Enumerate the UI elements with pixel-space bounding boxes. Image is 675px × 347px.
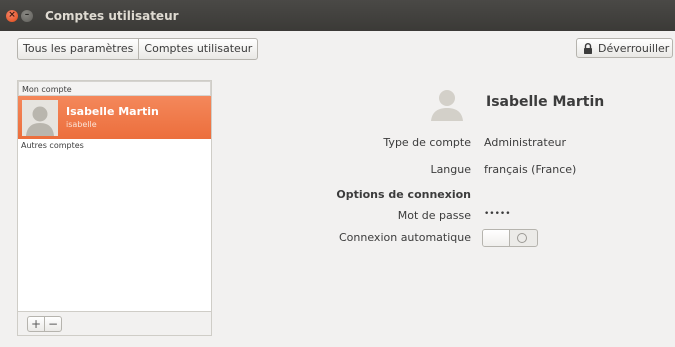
title-bar: × – Comptes utilisateur <box>0 0 675 31</box>
lock-icon <box>583 42 593 54</box>
window-title: Comptes utilisateur <box>45 9 179 23</box>
accounts-list: Mon compte Isabelle Martin isabelle Autr… <box>17 80 212 312</box>
list-toolbar: + − <box>17 312 212 336</box>
autologin-toggle[interactable] <box>482 229 538 247</box>
minimize-icon[interactable]: – <box>21 10 33 22</box>
user-avatar-icon <box>22 100 58 136</box>
account-name[interactable]: Isabelle Martin <box>486 94 604 110</box>
account-type-label: Type de compte <box>383 136 471 149</box>
account-type-value[interactable]: Administrateur <box>484 136 566 149</box>
remove-user-button[interactable]: − <box>44 317 61 331</box>
breadcrumb: Tous les paramètres Comptes utilisateur <box>17 38 259 60</box>
other-accounts-header: Autres comptes <box>21 141 84 150</box>
my-account-header: Mon compte <box>18 81 211 96</box>
close-icon[interactable]: × <box>6 10 18 22</box>
language-value[interactable]: français (France) <box>484 163 576 176</box>
unlock-button[interactable]: Déverrouiller <box>576 38 673 58</box>
language-label: Langue <box>430 163 471 176</box>
user-avatar-icon[interactable] <box>429 85 465 121</box>
password-label: Mot de passe <box>397 209 471 222</box>
user-name: Isabelle Martin <box>66 105 159 118</box>
list-item-selected-user[interactable]: Isabelle Martin isabelle <box>18 96 211 139</box>
add-user-button[interactable]: + <box>28 317 44 331</box>
password-value[interactable]: ••••• <box>484 209 511 219</box>
breadcrumb-user-accounts[interactable]: Comptes utilisateur <box>138 39 257 59</box>
toggle-knob <box>483 230 510 246</box>
unlock-label: Déverrouiller <box>598 41 670 55</box>
add-remove-group: + − <box>27 316 62 332</box>
login-options-header: Options de connexion <box>336 188 471 201</box>
breadcrumb-all-settings[interactable]: Tous les paramètres <box>18 39 138 59</box>
autologin-label: Connexion automatique <box>339 231 471 244</box>
off-indicator-icon <box>517 233 527 243</box>
user-login: isabelle <box>66 120 97 129</box>
